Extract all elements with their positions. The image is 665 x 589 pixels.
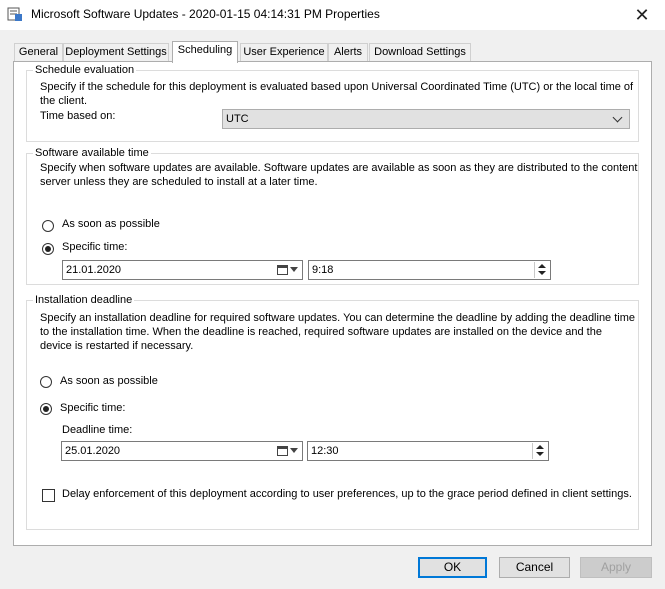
spin-down-icon[interactable] [538, 271, 546, 275]
software-available-group: Software available time Specify when sof… [26, 147, 639, 285]
available-date-picker[interactable]: 21.01.2020 [62, 260, 303, 280]
chevron-down-icon [612, 112, 623, 123]
deadline-date-picker[interactable]: 25.01.2020 [61, 441, 303, 461]
available-asap-label: As soon as possible [62, 218, 160, 230]
calendar-icon[interactable] [277, 446, 288, 456]
installation-deadline-group: Installation deadline Specify an install… [26, 294, 639, 530]
close-button[interactable]: ✕ [619, 0, 665, 30]
deadline-time-picker[interactable]: 12:30 [307, 441, 549, 461]
installation-deadline-desc-2: to the installation time. When the deadl… [40, 326, 602, 338]
tab-download-settings[interactable]: Download Settings [369, 43, 471, 62]
delay-enforcement-checkbox[interactable] [42, 489, 55, 502]
tab-alerts[interactable]: Alerts [328, 43, 368, 62]
tab-scheduling[interactable]: Scheduling [172, 41, 238, 63]
time-based-label: Time based on: [40, 110, 116, 122]
time-spinner[interactable] [532, 443, 547, 459]
spin-down-icon[interactable] [536, 452, 544, 456]
software-available-desc-1: Specify when software updates are availa… [40, 162, 638, 174]
installation-deadline-desc-1: Specify an installation deadline for req… [40, 312, 636, 324]
software-available-desc-2: server unless they are scheduled to inst… [40, 176, 318, 188]
delay-enforcement-label: Delay enforcement of this deployment acc… [62, 488, 632, 500]
calendar-icon[interactable] [277, 265, 288, 275]
deadline-specific-label: Specific time: [60, 402, 126, 414]
deadline-asap-radio[interactable] [40, 376, 52, 388]
cancel-button[interactable]: Cancel [499, 557, 570, 578]
tab-user-experience[interactable]: User Experience [240, 43, 328, 62]
window-title: Microsoft Software Updates - 2020-01-15 … [31, 7, 380, 21]
schedule-evaluation-group: Schedule evaluation Specify if the sched… [26, 64, 639, 142]
available-asap-radio[interactable] [42, 220, 54, 232]
time-based-select[interactable]: UTC [222, 109, 630, 129]
deadline-asap-label: As soon as possible [60, 375, 158, 387]
time-based-value: UTC [226, 113, 249, 125]
schedule-evaluation-title: Schedule evaluation [33, 64, 137, 76]
software-available-title: Software available time [33, 147, 151, 159]
available-time-value: 9:18 [312, 264, 334, 276]
deadline-date-value: 25.01.2020 [65, 445, 121, 457]
apply-button[interactable]: Apply [580, 557, 652, 578]
app-icon [7, 7, 22, 21]
installation-deadline-title: Installation deadline [33, 294, 135, 306]
title-bar: Microsoft Software Updates - 2020-01-15 … [0, 0, 665, 30]
available-date-value: 21.01.2020 [66, 264, 122, 276]
available-time-picker[interactable]: 9:18 [308, 260, 551, 280]
deadline-time-label: Deadline time: [62, 424, 133, 436]
deadline-time-value: 12:30 [311, 445, 339, 457]
schedule-evaluation-desc-2: the client. [40, 95, 88, 107]
tab-general[interactable]: General [14, 43, 63, 62]
chevron-down-icon[interactable] [290, 267, 298, 272]
spin-up-icon[interactable] [536, 445, 544, 449]
available-specific-radio[interactable] [42, 243, 54, 255]
deadline-specific-radio[interactable] [40, 403, 52, 415]
schedule-evaluation-desc-1: Specify if the schedule for this deploym… [40, 81, 634, 93]
scheduling-panel: Schedule evaluation Specify if the sched… [13, 61, 652, 546]
tab-deployment-settings[interactable]: Deployment Settings [63, 43, 169, 62]
time-spinner[interactable] [534, 262, 549, 278]
chevron-down-icon[interactable] [290, 448, 298, 453]
installation-deadline-desc-3: device is restarted if necessary. [40, 340, 194, 352]
available-specific-label: Specific time: [62, 241, 128, 253]
ok-button[interactable]: OK [418, 557, 487, 578]
spin-up-icon[interactable] [538, 264, 546, 268]
